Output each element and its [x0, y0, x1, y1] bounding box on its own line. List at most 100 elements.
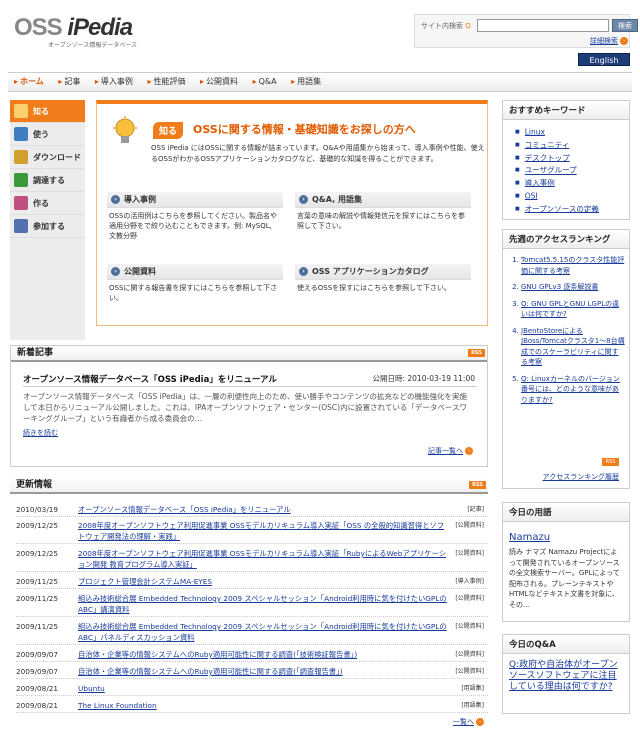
arrow-icon: ›	[476, 718, 484, 726]
box-catalog: › OSS アプリケーションカタログ 使えるOSSを探すにはこちらを参照して下さい…	[295, 264, 471, 296]
box-documents-title[interactable]: › 公開資料	[107, 264, 283, 280]
keyword-link[interactable]: Linux	[515, 126, 629, 139]
box-cases: › 導入事例 OSSの活用例はこちらを参照してください。製品名や適用分野をで絞り込…	[107, 192, 283, 244]
leftnav-build[interactable]: 作る	[10, 192, 85, 215]
update-row: 2009/11/25 組込み技術総合展 Embedded Technology 2…	[16, 621, 488, 645]
qa-question[interactable]: Q:政府や自治体がオープンソースソフトウェアに注目している理由は何ですか?	[509, 660, 623, 693]
box-documents-text: OSSに関する報告書を探すにはこちらを参照して下さい。	[109, 284, 278, 302]
term-text: 読み ナマズ Namazu Projectによって開発されているオープンソースの…	[509, 548, 620, 609]
keyword-link[interactable]: コミュニティ	[515, 139, 629, 152]
updates-section: 更新情報 RSS 2010/03/19 オープンソース情報データベース「OSS iP…	[10, 478, 488, 730]
arrow-icon: ›	[465, 447, 473, 455]
arrow-icon: ›	[111, 195, 120, 204]
box-catalog-text: 使えるOSSを探すにはこちらを参照して下さい。	[297, 284, 451, 292]
monitor-icon	[14, 127, 28, 141]
nav-articles[interactable]: ▸ 記事	[52, 73, 86, 91]
ranking-heading: 先週のアクセスランキング	[503, 230, 629, 249]
procure-icon	[14, 173, 28, 187]
nav-qa[interactable]: ▸ Q&A	[247, 73, 283, 91]
leftnav-use[interactable]: 使う	[10, 123, 85, 146]
arrow-icon: ›	[299, 267, 308, 276]
ranking-item[interactable]: JBentoStoreによるJBoss/Tomcatクラスタ1〜8台構成でのスケ…	[521, 326, 625, 368]
keywords-heading: おすすめキーワード	[503, 101, 629, 120]
search-input[interactable]	[477, 19, 609, 32]
leftnav-procure[interactable]: 調達する	[10, 169, 85, 192]
news-date: 公開日時: 2010-03-19 11:00	[372, 374, 476, 383]
keyword-link[interactable]: ユーザグループ	[515, 164, 629, 177]
keywords-box: おすすめキーワード Linux コミュニティ デスクトップ ユーザグループ 導入…	[502, 100, 630, 220]
logo-italic: iPedia	[67, 14, 133, 41]
box-qa-title[interactable]: › Q&A, 用語集	[295, 192, 471, 208]
lightbulb-icon	[14, 104, 28, 118]
keyword-link[interactable]: 導入事例	[515, 177, 629, 190]
ranking-item[interactable]: Tomcat5.5.15のクラスタ性能評価に関する考察	[521, 255, 625, 276]
box-cases-text: OSSの活用例はこちらを参照してください。製品名や適用分野をで絞り込むこともでき…	[109, 212, 277, 240]
logo-main: OSS	[14, 14, 63, 41]
arrow-icon: ›	[111, 267, 120, 276]
update-row: 2009/12/25 2008年度オープンソフトウェア利用促進事業 OSSモデルカ…	[16, 548, 488, 572]
intro-tag: 知る	[153, 122, 184, 139]
ranking-history-link[interactable]: アクセスランキング履歴	[543, 472, 619, 482]
lightbulb-icon	[113, 116, 137, 143]
news-body: オープンソース情報データベース「OSS iPedia」は、一層の利便性向上のため…	[23, 392, 467, 423]
ranking-item[interactable]: Q: GNU GPLとGNU LGPLの違いは何ですか?	[521, 299, 625, 320]
divider	[23, 386, 477, 387]
nav-home[interactable]: ▸ ホーム	[8, 73, 50, 91]
update-row: 2009/09/07 自治体・企業等の情報システムへのRuby適用可能性に関する調…	[16, 666, 488, 679]
keyword-link[interactable]: デスクトップ	[515, 152, 629, 165]
leftnav-know[interactable]: 知る	[10, 100, 85, 123]
read-more-link[interactable]: 続きを読む	[23, 428, 58, 438]
ranking-item[interactable]: GNU GPLv3 逐条解説書	[521, 282, 625, 293]
article-list-link[interactable]: 記事一覧へ ›	[428, 446, 473, 456]
nav-documents[interactable]: ▸ 公開資料	[194, 73, 244, 91]
nav-performance[interactable]: ▸ 性能評価	[141, 73, 191, 91]
english-button[interactable]: English	[578, 53, 630, 66]
search-icon: Q	[465, 22, 471, 30]
qa-heading: 今日のQ&A	[503, 635, 629, 654]
intro-title: OSSに関する情報・基礎知識をお探しの方へ	[193, 123, 416, 136]
nav-glossary[interactable]: ▸ 用語集	[285, 73, 327, 91]
intro-text: OSS iPedia にはOSSに関する情報が詰まっています。Q&Aや用語集から…	[151, 144, 485, 163]
keyword-link[interactable]: OSI	[515, 190, 629, 203]
left-nav: 知る 使う ダウンロード 調達する 作る 参加する	[10, 100, 85, 340]
arrow-icon: ›	[299, 195, 308, 204]
download-icon	[14, 150, 28, 164]
update-row: 2009/09/07 自治体・企業等の情報システムへのRuby適用可能性に関する調…	[16, 649, 488, 662]
box-catalog-title[interactable]: › OSS アプリケーションカタログ	[295, 264, 471, 280]
rss-icon[interactable]: RSS	[468, 349, 485, 357]
keyboard-icon	[14, 196, 28, 210]
update-row: 2009/12/25 2008年度オープンソフトウェア利用促進事業 OSSモデルカ…	[16, 520, 488, 544]
update-row: 2009/08/21 Ubuntu [用語集]	[16, 683, 488, 696]
term-title[interactable]: Namazu	[509, 532, 623, 543]
search-label: サイト内検索 Q	[421, 22, 471, 30]
global-nav: ▸ ホーム ▸ 記事 ▸ 導入事例 ▸ 性能評価 ▸ 公開資料 ▸ Q&A ▸ 用語集	[8, 72, 632, 92]
ranking-box: 先週のアクセスランキング Tomcat5.5.15のクラスタ性能評価に関する考察…	[502, 229, 630, 489]
nav-cases[interactable]: ▸ 導入事例	[89, 73, 139, 91]
update-row: 2009/08/21 The Linux Foundation [用語集]	[16, 700, 488, 713]
box-cases-title[interactable]: › 導入事例	[107, 192, 283, 208]
ranking-item[interactable]: Q: Linuxカーネルのバージョン番号には、どのような意味がありますか?	[521, 374, 625, 406]
updates-list-link[interactable]: 一覧へ ›	[453, 717, 484, 727]
arrow-icon: ›	[620, 37, 628, 45]
box-documents: › 公開資料 OSSに関する報告書を探すにはこちらを参照して下さい。	[107, 264, 283, 306]
update-row: 2010/03/19 オープンソース情報データベース「OSS iPedia」をリニ…	[16, 504, 488, 517]
rss-icon[interactable]: RSS	[602, 458, 619, 466]
update-row: 2009/11/25 プロジェクト管理会計システムMA-EYES [導入事例]	[16, 576, 488, 589]
people-icon	[14, 219, 28, 233]
leftnav-join[interactable]: 参加する	[10, 215, 85, 238]
logo-subtitle: オープンソース情報データベース	[48, 42, 138, 49]
keyword-link[interactable]: オープンソースの定義	[515, 203, 629, 216]
intro-panel: 知る OSSに関する情報・基礎知識をお探しの方へ OSS iPedia にはOS…	[96, 100, 488, 326]
leftnav-download[interactable]: ダウンロード	[10, 146, 85, 169]
advanced-search-link[interactable]: 詳細検索 ›	[590, 36, 628, 46]
box-qa-text: 言葉の意味の解説や情報発信元を探すにはこちらを参照して下さい。	[297, 212, 465, 230]
update-row: 2009/11/25 組込み技術総合展 Embedded Technology 2…	[16, 593, 488, 617]
news-section: 新着記事 RSS オープンソース情報データベース「OSS iPedia」をリニュー…	[10, 345, 488, 467]
news-heading: 新着記事 RSS	[11, 346, 487, 362]
search-button[interactable]: 検索	[612, 19, 638, 32]
box-qa: › Q&A, 用語集 言葉の意味の解説や情報発信元を探すにはこちらを参照して下さい…	[295, 192, 471, 234]
rss-icon[interactable]: RSS	[469, 481, 486, 489]
site-logo[interactable]: OSS iPedia オープンソース情報データベース	[14, 14, 164, 54]
news-title[interactable]: オープンソース情報データベース「OSS iPedia」をリニューアル	[23, 373, 277, 385]
term-heading: 今日の用語	[503, 503, 629, 522]
